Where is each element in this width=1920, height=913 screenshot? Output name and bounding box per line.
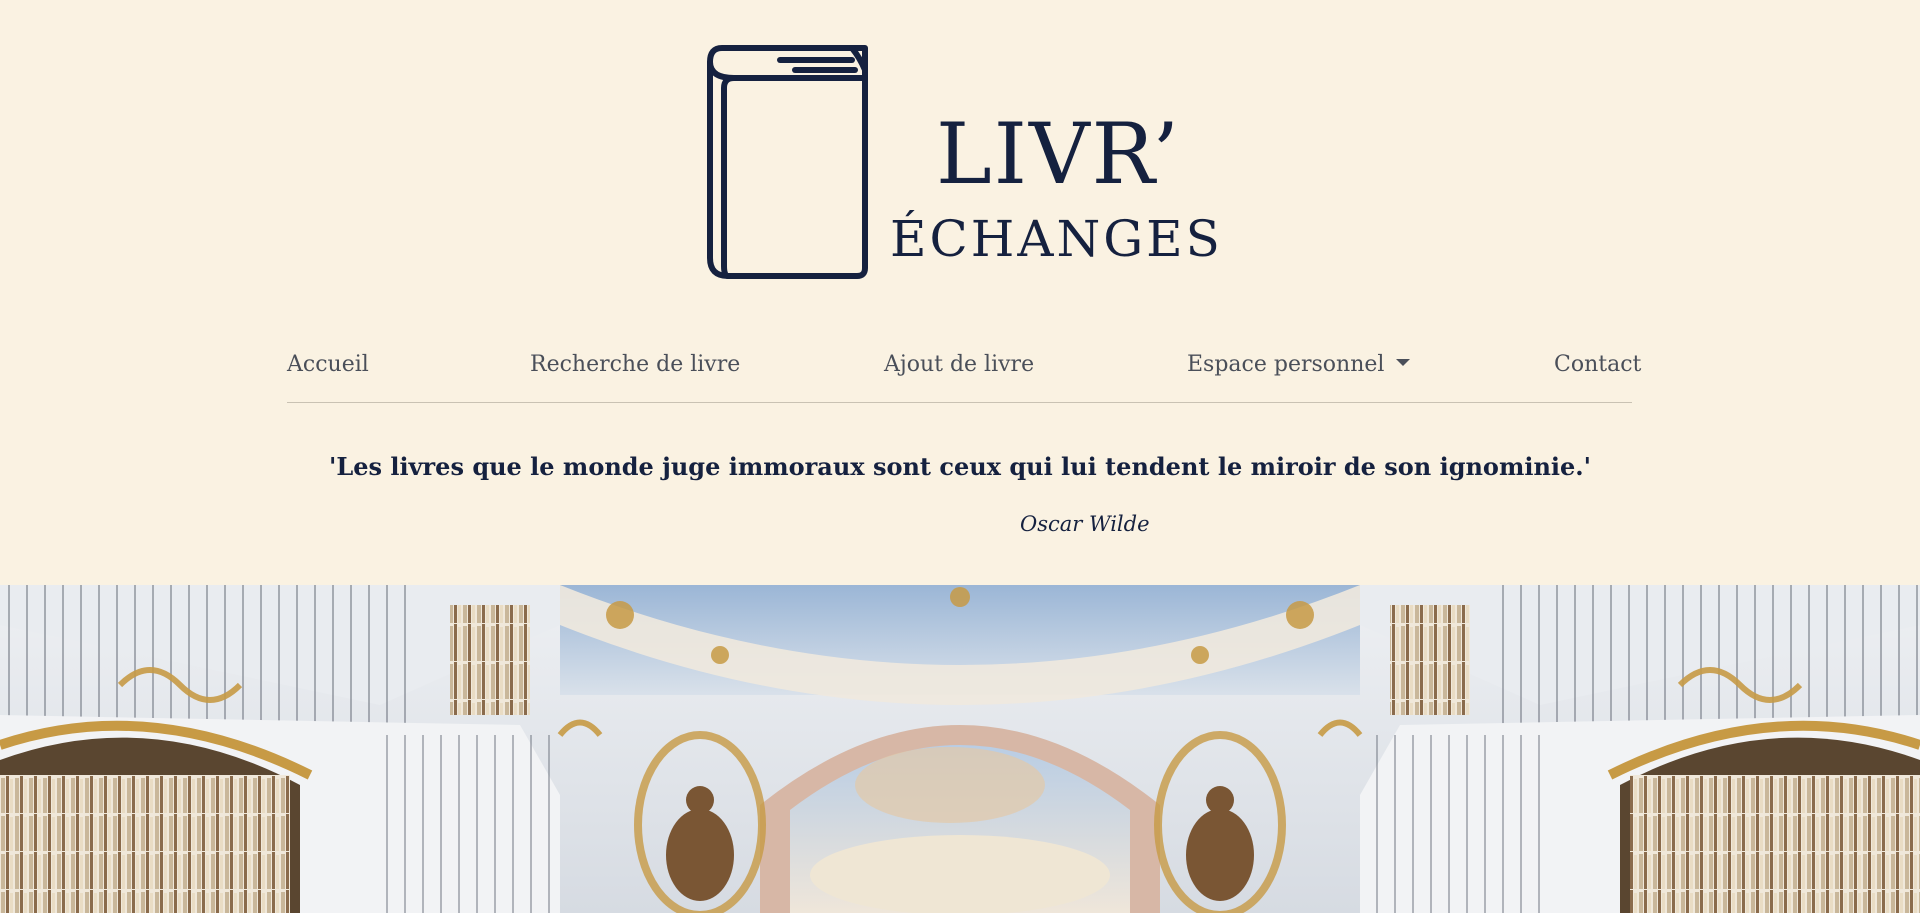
nav-item-ajout[interactable]: Ajout de livre <box>884 352 1034 377</box>
quote-text: 'Les livres que le monde juge immoraux s… <box>329 452 1591 481</box>
nav-item-espace-personnel-label: Espace personnel <box>1187 352 1385 377</box>
nav-item-espace-personnel[interactable]: Espace personnel <box>1187 352 1411 377</box>
brand-name-line2: ÉCHANGES <box>890 210 1223 268</box>
chevron-down-icon <box>1396 358 1411 366</box>
quote-author: Oscar Wilde <box>1020 512 1150 536</box>
nav-item-contact[interactable]: Contact <box>1554 352 1641 377</box>
nav-item-accueil[interactable]: Accueil <box>287 352 369 377</box>
book-icon <box>707 45 868 279</box>
site-logo[interactable]: LIVR’ ÉCHANGES <box>700 40 1220 290</box>
main-navigation: Accueil Recherche de livre Ajout de livr… <box>287 344 1641 403</box>
brand-name-line1: LIVR’ <box>936 105 1181 203</box>
hero-image-library <box>0 585 1920 913</box>
nav-item-recherche[interactable]: Recherche de livre <box>530 352 740 377</box>
site-header: LIVR’ ÉCHANGES Accueil Recherche de livr… <box>0 0 1920 585</box>
library-illustration <box>0 585 1920 913</box>
